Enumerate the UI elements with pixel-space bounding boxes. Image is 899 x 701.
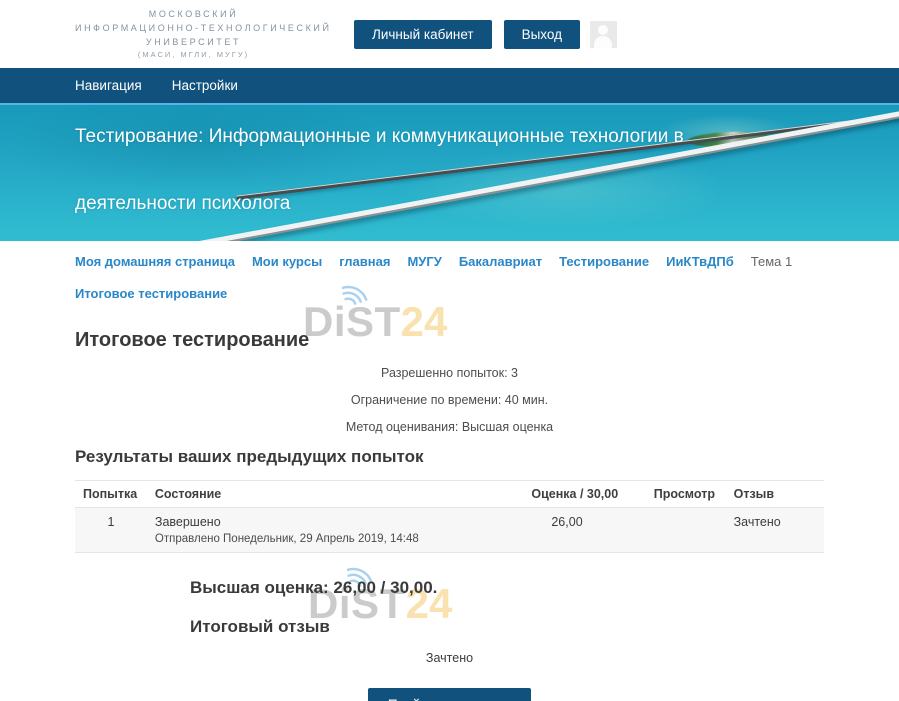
breadcrumb-item-my-courses[interactable]: Мои курсы	[252, 254, 322, 269]
final-feedback-heading: Итоговый отзыв	[190, 617, 824, 637]
page-title: Итоговое тестирование	[75, 329, 824, 352]
logo-line: МОСКОВСКИЙ	[75, 7, 312, 21]
quiz-attempts-allowed: Разрешенно попыток: 3	[75, 366, 824, 380]
breadcrumb-item-final-test[interactable]: Итоговое тестирование	[75, 286, 227, 301]
final-feedback-value: Зачтено	[75, 651, 824, 665]
breadcrumb-item-topic1: Тема 1	[751, 254, 792, 269]
nav-item-settings[interactable]: Настройки	[172, 78, 238, 93]
attempt-feedback: Зачтено	[726, 508, 824, 553]
quiz-info: Разрешенно попыток: 3 Ограничение по вре…	[75, 366, 824, 434]
breadcrumb: Моя домашняя страница Мои курсы главная …	[75, 241, 824, 301]
nav-item-navigation[interactable]: Навигация	[75, 78, 142, 93]
avatar[interactable]	[590, 21, 617, 48]
course-title-line1: Тестирование: Информационные и коммуника…	[75, 125, 684, 149]
quiz-time-limit: Ограничение по времени: 40 мин.	[75, 393, 824, 407]
breadcrumb-item-testing[interactable]: Тестирование	[559, 254, 649, 269]
breadcrumb-row: Моя домашняя страница Мои курсы главная …	[75, 254, 824, 269]
attempt-review	[646, 508, 726, 553]
attempt-grade: 26,00	[523, 508, 645, 553]
site-header: МОСКОВСКИЙ ИНФОРМАЦИОННО-ТЕХНОЛОГИЧЕСКИЙ…	[0, 0, 899, 68]
table-row: 1 Завершено Отправлено Понедельник, 29 А…	[75, 508, 824, 553]
logo-line: ИНФОРМАЦИОННО-ТЕХНОЛОГИЧЕСКИЙ	[75, 21, 312, 35]
retake-test-button[interactable]: Пройти тест заново	[368, 688, 531, 701]
best-grade-text: Высшая оценка: 26,00 / 30,00.	[190, 578, 824, 598]
attempt-state-label: Завершено	[155, 515, 515, 529]
breadcrumb-item-mugu[interactable]: МУГУ	[407, 254, 441, 269]
breadcrumb-item-main[interactable]: главная	[339, 254, 390, 269]
course-title: Тестирование: Информационные и коммуника…	[75, 125, 684, 216]
page-content: DiST24 DiST24 Моя домашняя страница Мои …	[0, 241, 899, 701]
breadcrumb-row: Итоговое тестирование	[75, 286, 824, 301]
attempt-submitted-timestamp: Отправлено Понедельник, 29 Апрель 2019, …	[155, 533, 515, 545]
col-header-attempt: Попытка	[75, 481, 147, 508]
course-banner: Тестирование: Информационные и коммуника…	[0, 105, 899, 241]
quiz-grading-method: Метод оценивания: Высшая оценка	[75, 420, 824, 434]
course-title-line2: деятельности психолога	[75, 192, 684, 216]
table-header-row: Попытка Состояние Оценка / 30,00 Просмот…	[75, 481, 824, 508]
avatar-head-icon	[598, 25, 608, 35]
dashboard-button[interactable]: Личный кабинет	[354, 20, 492, 49]
attempt-state: Завершено Отправлено Понедельник, 29 Апр…	[147, 508, 523, 553]
col-header-review: Просмотр	[646, 481, 726, 508]
logo-line: УНИВЕРСИТЕТ	[75, 35, 312, 49]
logout-button[interactable]: Выход	[504, 20, 580, 49]
breadcrumb-item-course-code[interactable]: ИиКТвДПб	[666, 254, 734, 269]
results-heading: Результаты ваших предыдущих попыток	[75, 447, 824, 467]
header-actions: Личный кабинет Выход	[354, 20, 617, 49]
breadcrumb-item-home[interactable]: Моя домашняя страница	[75, 254, 235, 269]
main-navbar: Навигация Настройки	[0, 68, 899, 105]
attempts-table: Попытка Состояние Оценка / 30,00 Просмот…	[75, 480, 824, 553]
col-header-grade: Оценка / 30,00	[523, 481, 645, 508]
col-header-state: Состояние	[147, 481, 523, 508]
university-logo[interactable]: МОСКОВСКИЙ ИНФОРМАЦИОННО-ТЕХНОЛОГИЧЕСКИЙ…	[75, 7, 312, 61]
retake-button-container: Пройти тест заново	[75, 688, 824, 701]
breadcrumb-item-bachelor[interactable]: Бакалавриат	[459, 254, 542, 269]
avatar-body-icon	[594, 36, 612, 48]
logo-line: (МАСИ, МГЛИ, МУГУ)	[75, 49, 312, 61]
col-header-feedback: Отзыв	[726, 481, 824, 508]
attempt-number: 1	[75, 508, 147, 553]
